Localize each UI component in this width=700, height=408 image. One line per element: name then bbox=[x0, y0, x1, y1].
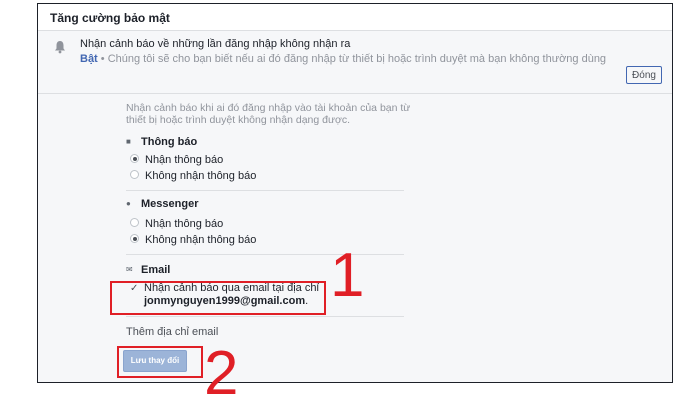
login-alert-row[interactable]: Nhận cảnh báo về những lần đăng nhập khô… bbox=[38, 31, 672, 94]
settings-description: Nhận cảnh báo khi ai đó đăng nhập vào tà… bbox=[126, 102, 411, 126]
notifications-option-on[interactable]: Nhận thông báo bbox=[130, 154, 223, 166]
annotation-number-1: 1 bbox=[330, 241, 365, 310]
divider bbox=[126, 316, 404, 317]
radio-button-selected[interactable] bbox=[130, 154, 139, 163]
radio-button[interactable] bbox=[130, 218, 139, 227]
notifications-title: Thông báo bbox=[141, 136, 198, 148]
notifications-option-off[interactable]: Không nhận thông báo bbox=[130, 170, 256, 182]
notifications-heading: ■ Thông báo bbox=[126, 136, 197, 148]
settings-body: Nhận cảnh báo khi ai đó đăng nhập vào tà… bbox=[38, 94, 672, 382]
option-label: Không nhận thông báo bbox=[145, 234, 257, 246]
option-label: Không nhận thông báo bbox=[145, 170, 257, 182]
email-title: Email bbox=[141, 264, 171, 276]
annotation-box-save bbox=[117, 346, 203, 378]
bell-icon bbox=[55, 41, 65, 54]
messenger-heading: ● Messenger bbox=[126, 198, 198, 210]
notification-icon: ■ bbox=[126, 137, 131, 146]
option-label: Nhận thông báo bbox=[145, 154, 224, 166]
email-heading: ✉ Email bbox=[126, 264, 170, 276]
radio-button-selected[interactable] bbox=[130, 234, 139, 243]
section-title: Tăng cường bảo mật bbox=[50, 11, 170, 25]
messenger-title: Messenger bbox=[141, 198, 199, 210]
messenger-option-on[interactable]: Nhận thông báo bbox=[130, 218, 223, 230]
radio-button[interactable] bbox=[130, 170, 139, 179]
alert-status: Bật bbox=[80, 53, 98, 65]
envelope-icon: ✉ bbox=[126, 265, 133, 274]
section-header: Tăng cường bảo mật bbox=[38, 4, 672, 31]
close-button[interactable]: Đóng bbox=[626, 66, 662, 84]
alert-separator: • bbox=[97, 53, 108, 65]
annotation-box-email bbox=[110, 281, 326, 315]
security-settings-panel: Tăng cường bảo mật Nhận cảnh báo về nhữn… bbox=[37, 3, 673, 383]
divider bbox=[126, 190, 404, 191]
alert-subtitle: Bật • Chúng tôi sẽ cho bạn biết nếu ai đ… bbox=[80, 53, 606, 65]
messenger-option-off[interactable]: Không nhận thông báo bbox=[130, 234, 256, 246]
alert-description: Chúng tôi sẽ cho bạn biết nếu ai đó đăng… bbox=[107, 53, 607, 65]
alert-title: Nhận cảnh báo về những lần đăng nhập khô… bbox=[80, 38, 351, 50]
option-label: Nhận thông báo bbox=[145, 218, 224, 230]
messenger-icon: ● bbox=[126, 199, 131, 208]
annotation-number-2: 2 bbox=[204, 339, 239, 408]
add-email-link[interactable]: Thêm địa chỉ email bbox=[126, 326, 218, 338]
